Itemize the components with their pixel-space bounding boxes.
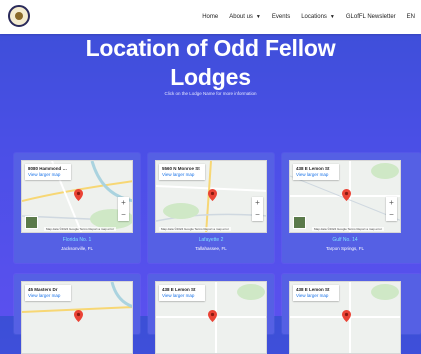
map-address: 438 E Lemon St: [162, 287, 196, 292]
map-pin-icon: [74, 310, 83, 322]
zoom-out-button[interactable]: −: [252, 209, 263, 221]
embedded-map[interactable]: 8080 Hammond Bl... View larger map + − Ma…: [21, 160, 133, 233]
nav-home[interactable]: Home: [202, 14, 218, 20]
lodge-name-link[interactable]: Lafayette 2: [148, 237, 274, 243]
map-address-box: 8080 Hammond Bl... View larger map: [25, 164, 71, 180]
view-larger-map-link[interactable]: View larger map: [28, 172, 68, 177]
zoom-in-button[interactable]: +: [386, 197, 397, 209]
view-larger-map-link[interactable]: View larger map: [162, 172, 202, 177]
top-navigation-bar: Home About us ▼ Events Locations ▼ GLofFL …: [0, 0, 421, 34]
nav-locations-label: Locations: [301, 14, 327, 20]
lodge-name-link[interactable]: Florida No. 1: [14, 237, 140, 243]
nav-menu: Home About us ▼ Events Locations ▼ GLofFL …: [202, 0, 415, 34]
satellite-toggle[interactable]: [293, 216, 306, 229]
lodge-location: Tallahassee, FL: [195, 246, 227, 251]
nav-about-us-label: About us: [229, 14, 253, 20]
map-pin-icon: [208, 310, 217, 322]
page-title: Location of Odd Fellow Lodges: [0, 34, 421, 92]
nav-newsletter[interactable]: GLofFL Newsletter: [346, 14, 396, 20]
nav-locations[interactable]: Locations ▼: [301, 14, 335, 20]
map-address: 438 E Lemon St: [296, 166, 330, 171]
nav-events[interactable]: Events: [272, 14, 290, 20]
satellite-toggle[interactable]: [25, 216, 38, 229]
lodge-card: 5560 N Monroe St View larger map + − Map …: [148, 153, 274, 263]
embedded-map[interactable]: 438 E Lemon St View larger map: [289, 281, 401, 354]
view-larger-map-link[interactable]: View larger map: [28, 293, 68, 298]
map-zoom-control[interactable]: + −: [252, 197, 263, 221]
map-address-box: 5560 N Monroe St View larger map: [159, 164, 205, 180]
map-pin-icon: [74, 189, 83, 201]
map-pin-icon: [208, 189, 217, 201]
page-subtitle: Click on the Lodge Name for more informa…: [164, 91, 257, 96]
zoom-out-button[interactable]: −: [386, 209, 397, 221]
lodge-logo-icon[interactable]: [8, 5, 30, 27]
zoom-in-button[interactable]: +: [118, 197, 129, 209]
view-larger-map-link[interactable]: View larger map: [296, 293, 336, 298]
page-title-line1: Location of Odd Fellow: [85, 35, 336, 61]
view-larger-map-link[interactable]: View larger map: [162, 293, 202, 298]
map-pin-icon: [342, 310, 351, 322]
map-address: 45 Masters Dr: [28, 287, 58, 292]
map-address-box: 438 E Lemon St View larger map: [293, 164, 339, 180]
embedded-map[interactable]: 5560 N Monroe St View larger map + − Map …: [155, 160, 267, 233]
chevron-down-icon: ▼: [255, 14, 261, 20]
lodge-card: 8080 Hammond Bl... View larger map + − Ma…: [14, 153, 140, 263]
lodge-location: Tarpon Springs, FL: [325, 246, 365, 251]
embedded-map[interactable]: 438 E Lemon St View larger map: [155, 281, 267, 354]
chevron-down-icon: ▼: [329, 14, 335, 20]
map-attribution: Map data ©2024 Google Terms Report a map…: [44, 227, 116, 231]
lodge-location: Jacksonville, FL: [60, 246, 93, 251]
lodge-card: 438 E Lemon St View larger map + − Map da…: [282, 153, 421, 263]
lodge-card: 438 E Lemon St View larger map: [148, 274, 274, 354]
view-larger-map-link[interactable]: View larger map: [296, 172, 336, 177]
map-zoom-control[interactable]: + −: [118, 197, 129, 221]
map-zoom-control[interactable]: + −: [386, 197, 397, 221]
nav-language[interactable]: EN: [407, 14, 415, 20]
lodge-name-link[interactable]: Gulf No. 14: [282, 237, 408, 243]
nav-about-us[interactable]: About us ▼: [229, 14, 261, 20]
page-title-line2: Lodges: [170, 64, 251, 90]
map-address-box: 45 Masters Dr View larger map: [25, 285, 71, 301]
zoom-out-button[interactable]: −: [118, 209, 129, 221]
zoom-in-button[interactable]: +: [252, 197, 263, 209]
lodge-card: 438 E Lemon St View larger map: [282, 274, 421, 354]
lodge-card: 45 Masters Dr View larger map: [14, 274, 140, 354]
map-address-box: 438 E Lemon St View larger map: [159, 285, 205, 301]
map-attribution: Map data ©2024 Google Terms Report a map…: [159, 227, 231, 231]
embedded-map[interactable]: 438 E Lemon St View larger map + − Map da…: [289, 160, 401, 233]
map-address: 8080 Hammond Bl...: [28, 166, 68, 171]
map-address: 438 E Lemon St: [296, 287, 330, 292]
map-pin-icon: [342, 189, 351, 201]
map-address-box: 438 E Lemon St View larger map: [293, 285, 339, 301]
map-address: 5560 N Monroe St: [162, 166, 200, 171]
embedded-map[interactable]: 45 Masters Dr View larger map: [21, 281, 133, 354]
map-attribution: Map data ©2024 Google Terms Report a map…: [312, 227, 384, 231]
